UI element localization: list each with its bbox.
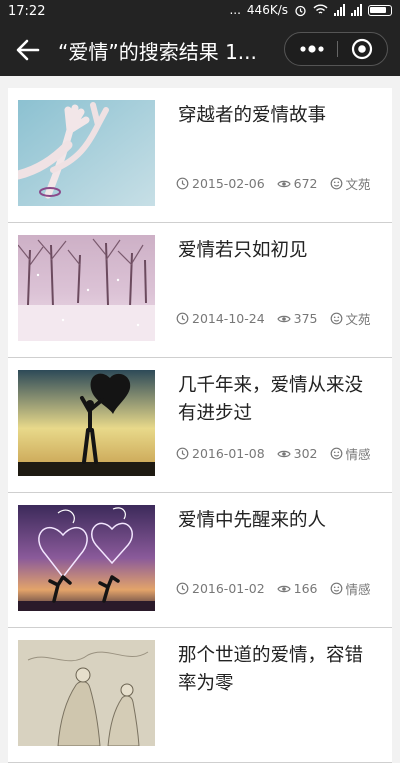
wifi-icon — [313, 4, 328, 14]
article-category: 文苑 — [345, 177, 371, 192]
article-date: 2014-10-24 — [192, 311, 265, 326]
article-meta: 2015-02-06 672 文苑 — [176, 174, 383, 193]
signal-icon-2 — [351, 4, 362, 16]
category-item: 文苑 — [330, 174, 371, 193]
category-item: 文苑 — [330, 309, 371, 328]
eye-icon — [276, 315, 291, 322]
battery-icon — [368, 4, 392, 16]
article-title: 爱情中先醒来的人 — [178, 510, 327, 531]
article-meta: 2016-01-08 302 情感 — [176, 444, 383, 463]
article-card[interactable]: 爱情若只如初见 2014-10-24 375 文苑 — [8, 223, 392, 358]
article-thumbnail — [18, 640, 155, 746]
views-item: 672 — [276, 176, 318, 191]
status-icons: ... 446K/s — [229, 3, 392, 17]
article-meta: 2014-10-24 375 文苑 — [176, 309, 383, 328]
alarm-icon — [295, 5, 306, 16]
article-category: 情感 — [345, 582, 371, 597]
status-time: 17:22 — [8, 4, 46, 19]
article-list: 穿越者的爱情故事 2015-02-06 672 文苑 爱情若只如初见 2014-… — [8, 88, 392, 763]
article-views: 672 — [293, 176, 318, 191]
date-item: 2016-01-02 — [176, 581, 265, 596]
article-views: 302 — [293, 446, 318, 461]
clock-icon — [176, 447, 189, 460]
article-thumbnail — [18, 235, 155, 341]
back-arrow-icon[interactable] — [14, 36, 42, 64]
article-date: 2016-01-08 — [192, 446, 265, 461]
article-date: 2016-01-02 — [192, 581, 265, 596]
date-item: 2015-02-06 — [176, 176, 265, 191]
more-icon[interactable] — [285, 33, 337, 65]
eye-icon — [276, 585, 291, 592]
article-views: 375 — [293, 311, 318, 326]
date-item: 2016-01-08 — [176, 446, 265, 461]
eye-icon — [276, 180, 291, 187]
status-bar: 17:22 ... 446K/s — [0, 0, 400, 24]
navigation-bar: “爱情”的搜索结果 1... — [0, 24, 400, 76]
article-title: 几千年来，爱情从来没有进步过 — [178, 375, 364, 424]
category-item: 情感 — [330, 444, 371, 463]
mini-program-capsule — [284, 32, 388, 66]
article-card[interactable]: 穿越者的爱情故事 2015-02-06 672 文苑 — [8, 88, 392, 223]
article-category: 情感 — [345, 447, 371, 462]
article-title: 那个世道的爱情，容错率为零 — [178, 645, 364, 694]
status-dots: ... — [229, 3, 241, 17]
article-card[interactable]: 那个世道的爱情，容错率为零 — [8, 628, 392, 763]
views-item: 302 — [276, 446, 318, 461]
clock-icon — [176, 582, 189, 595]
date-item: 2014-10-24 — [176, 311, 265, 326]
article-title: 爱情若只如初见 — [178, 240, 308, 261]
views-item: 375 — [276, 311, 318, 326]
eye-icon — [276, 450, 291, 457]
page-title: “爱情”的搜索结果 1... — [58, 40, 257, 64]
article-thumbnail — [18, 100, 155, 206]
smile-icon — [330, 447, 342, 460]
article-views: 166 — [293, 581, 318, 596]
close-mini-program-icon[interactable] — [338, 33, 388, 65]
article-thumbnail — [18, 505, 155, 611]
clock-icon — [176, 312, 189, 325]
article-card[interactable]: 爱情中先醒来的人 2016-01-02 166 情感 — [8, 493, 392, 628]
article-card[interactable]: 几千年来，爱情从来没有进步过 2016-01-08 302 情感 — [8, 358, 392, 493]
category-item: 情感 — [330, 579, 371, 598]
clock-icon — [176, 177, 189, 190]
article-category: 文苑 — [345, 312, 371, 327]
smile-icon — [330, 582, 342, 595]
article-thumbnail — [18, 370, 155, 476]
views-item: 166 — [276, 581, 318, 596]
smile-icon — [330, 312, 342, 325]
network-speed: 446K/s — [246, 3, 288, 17]
article-meta: 2016-01-02 166 情感 — [176, 579, 383, 598]
article-title: 穿越者的爱情故事 — [178, 105, 327, 126]
article-date: 2015-02-06 — [192, 176, 265, 191]
signal-icon — [334, 4, 345, 16]
smile-icon — [330, 177, 342, 190]
